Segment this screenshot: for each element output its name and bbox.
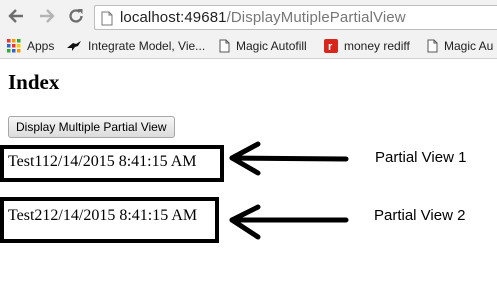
partial-view-1-text: Test112/14/2015 8:41:15 AM: [8, 153, 197, 170]
apps-grid-icon: [7, 39, 21, 53]
url-text: localhost:49681/DisplayMutiplePartialVie…: [120, 9, 406, 26]
svg-text:r: r: [328, 41, 333, 53]
bookmark-label: Magic Au: [444, 39, 494, 53]
annotation-partial-view-2: Partial View 2: [374, 207, 466, 224]
bookmark-money-rediff[interactable]: r money rediff: [324, 37, 410, 55]
bookmark-label: money rediff: [344, 39, 410, 53]
bookmark-apps[interactable]: Apps: [7, 37, 54, 55]
address-bar[interactable]: localhost:49681/DisplayMutiplePartialVie…: [94, 5, 497, 30]
url-path: /DisplayMutiplePartialView: [226, 9, 406, 26]
reload-icon: [69, 9, 83, 23]
bookmark-label: Apps: [27, 39, 55, 53]
url-host: localhost:49681: [120, 9, 227, 26]
browser-toolbar: localhost:49681/DisplayMutiplePartialVie…: [0, 0, 497, 59]
page-icon: [219, 39, 230, 53]
page-title: Index: [8, 70, 60, 94]
bookmark-label: Integrate Model, Vie...: [88, 39, 206, 53]
reload-button[interactable]: [65, 5, 87, 27]
back-button[interactable]: [5, 5, 27, 27]
bookmark-integrate-model[interactable]: Integrate Model, Vie...: [66, 37, 205, 55]
forward-arrow-icon: [40, 9, 55, 23]
page-icon: [427, 39, 438, 53]
forward-button[interactable]: [36, 5, 58, 27]
bookmark-magic-au[interactable]: Magic Au: [427, 37, 493, 55]
arrow-left-icon: [229, 204, 349, 240]
back-arrow-icon: [8, 9, 23, 23]
page-icon: [101, 11, 113, 31]
bookmark-magic-autofill[interactable]: Magic Autofill: [219, 37, 307, 55]
display-partial-view-button[interactable]: Display Multiple Partial View: [8, 116, 175, 138]
arrow-left-icon: [229, 141, 349, 176]
annotation-partial-view-1: Partial View 1: [375, 149, 467, 166]
partial-view-2-text: Test212/14/2015 8:41:15 AM: [8, 207, 198, 224]
rediff-icon: r: [324, 39, 338, 53]
bird-icon: [66, 40, 82, 52]
bookmark-label: Magic Autofill: [236, 39, 307, 53]
bookmarks-bar: Apps Integrate Model, Vie... Magic Autof…: [0, 35, 497, 57]
